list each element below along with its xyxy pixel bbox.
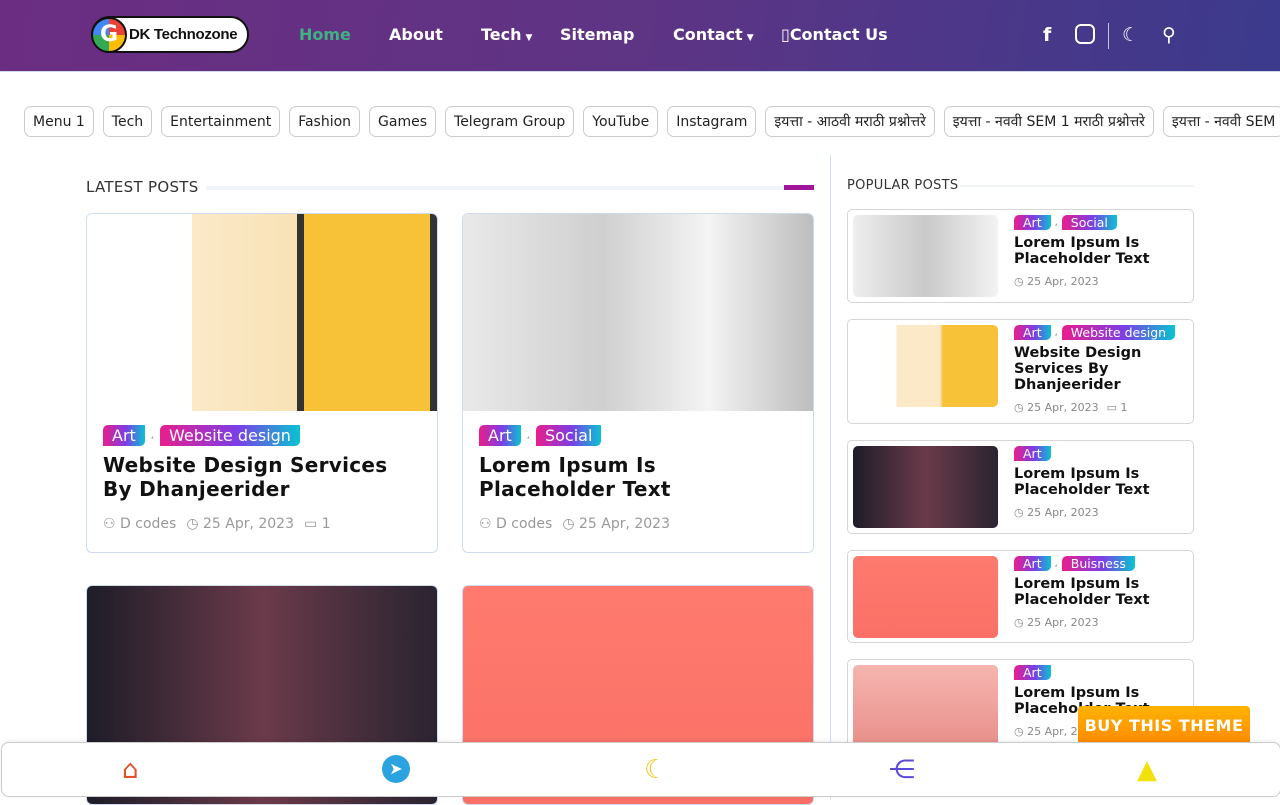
post-image	[87, 214, 437, 411]
chip-item[interactable]: Instagram	[667, 106, 757, 137]
share-icon[interactable]: ⋲	[889, 755, 915, 785]
site-logo[interactable]: G DK Technozone	[91, 16, 249, 53]
header-divider	[1108, 23, 1109, 49]
popular-post[interactable]: Art, Website design Website Design Service…	[847, 319, 1194, 424]
tag[interactable]: Website design	[1061, 325, 1176, 340]
moon-icon[interactable]: ☾	[1122, 24, 1139, 46]
chevron-down-icon: ▼	[525, 33, 533, 43]
nav-sitemap[interactable]: Sitemap	[560, 25, 634, 44]
buy-theme-button[interactable]: BUY THIS THEME	[1078, 706, 1250, 744]
tag-art[interactable]: Art	[479, 425, 521, 446]
clock-icon: ◷	[562, 516, 575, 532]
title-line	[206, 186, 814, 190]
post-title[interactable]: Website Design Services By Dhanjeerider	[1014, 345, 1193, 393]
search-icon[interactable]: ⚲	[1162, 24, 1176, 46]
nav-contact[interactable]: Contact ▼	[673, 25, 754, 44]
navigation-arrow-icon[interactable]: ▲	[1137, 755, 1157, 785]
site-header: G DK Technozone Home About Tech ▼ Sitemap …	[0, 0, 1280, 72]
separator: ,	[1054, 217, 1058, 228]
nav-about[interactable]: About	[389, 25, 443, 44]
post-title[interactable]: Lorem Ipsum Is Placeholder Text	[1014, 576, 1193, 608]
tag[interactable]: Art	[1014, 556, 1051, 571]
chip-item[interactable]: इयत्ता - नववी SEM 1 मराठी प्रश्नोत्तरे	[943, 106, 1154, 137]
tag[interactable]: Social	[1061, 215, 1117, 230]
popular-post[interactable]: Art, Social Lorem Ipsum Is Placeholder Tex…	[847, 209, 1194, 303]
latest-posts-title: LATEST POSTS	[86, 178, 199, 196]
comment-icon: ▭	[1106, 401, 1118, 414]
tag[interactable]: Art	[1014, 446, 1051, 461]
chip-item[interactable]: इयत्ता - नववी SEM	[1162, 106, 1280, 137]
popular-post[interactable]: Art, Buisness Lorem Ipsum Is Placeholder T…	[847, 550, 1194, 643]
tag[interactable]: Art	[1014, 325, 1051, 340]
title-accent	[784, 185, 814, 190]
category-chips: Menu 1 Tech Entertainment Fashion Games Teleg…	[24, 106, 1280, 137]
clock-icon: ◷	[1014, 616, 1024, 629]
clock-icon: ◷	[1014, 506, 1024, 519]
clock-icon: ◷	[186, 516, 199, 532]
missing-glyph-icon: ▯	[781, 25, 790, 44]
post-thumbnail	[853, 325, 998, 407]
clock-icon: ◷	[1014, 401, 1024, 414]
clock-icon: ◷	[1014, 725, 1024, 738]
post-image	[463, 214, 813, 411]
separator: ,	[1054, 327, 1058, 338]
tag-website-design[interactable]: Website design	[159, 425, 300, 446]
post-thumbnail	[853, 215, 998, 297]
chip-item[interactable]: Games	[369, 106, 437, 137]
chip-item[interactable]: Telegram Group	[445, 106, 575, 137]
home-icon[interactable]: ⌂	[122, 755, 139, 785]
chip-item[interactable]: Entertainment	[161, 106, 281, 137]
bottom-nav: ⌂ ➤ ☾ ⋲ ▲	[1, 742, 1280, 797]
comment-icon: ▭	[304, 516, 318, 532]
popular-posts-title: POPULAR POSTS	[847, 178, 959, 193]
post-card[interactable]: Art, Website design Website Design Servic…	[86, 213, 438, 553]
title-line	[960, 185, 1194, 187]
telegram-icon[interactable]: ➤	[382, 755, 410, 783]
chip-item[interactable]: Menu 1	[24, 106, 94, 137]
post-title[interactable]: Lorem Ipsum Is Placeholder Text	[1014, 235, 1193, 267]
tag[interactable]: Buisness	[1061, 556, 1135, 571]
post-title[interactable]: Lorem Ipsum Is Placeholder Text	[479, 453, 797, 501]
popular-post[interactable]: ArtLorem Ipsum Is Placeholder Text◷ 25 A…	[847, 440, 1194, 534]
instagram-icon[interactable]	[1075, 24, 1095, 44]
tag-art[interactable]: Art	[103, 425, 145, 446]
post-card[interactable]: Art, Social Lorem Ipsum Is Placeholder Te…	[462, 213, 814, 553]
tag[interactable]: Art	[1014, 665, 1051, 680]
post-thumbnail	[853, 665, 998, 747]
chip-item[interactable]: Fashion	[289, 106, 361, 137]
chevron-down-icon: ▼	[746, 33, 754, 43]
column-divider	[830, 155, 831, 800]
tag[interactable]: Art	[1014, 215, 1051, 230]
clock-icon: ◷	[1014, 275, 1024, 288]
chip-item[interactable]: Tech	[102, 106, 153, 137]
chip-item[interactable]: YouTube	[583, 106, 659, 137]
post-title[interactable]: Website Design Services By Dhanjeerider	[103, 453, 421, 501]
moon-icon[interactable]: ☾	[644, 755, 667, 785]
nav-home[interactable]: Home	[299, 25, 351, 44]
user-icon: ⚇	[103, 516, 116, 532]
post-title[interactable]: Lorem Ipsum Is Placeholder Text	[1014, 466, 1193, 498]
nav-contact-us[interactable]: ▯Contact Us	[781, 25, 888, 44]
nav-tech[interactable]: Tech ▼	[481, 25, 532, 44]
tag-social[interactable]: Social	[535, 425, 602, 446]
chip-item[interactable]: इयत्ता - आठवी मराठी प्रश्नोत्तरे	[765, 106, 935, 137]
google-g-icon: G	[91, 16, 127, 53]
post-thumbnail	[853, 446, 998, 528]
user-icon: ⚇	[479, 516, 492, 532]
post-thumbnail	[853, 556, 998, 638]
separator: ,	[1054, 558, 1058, 569]
facebook-icon[interactable]: f	[1043, 24, 1051, 46]
